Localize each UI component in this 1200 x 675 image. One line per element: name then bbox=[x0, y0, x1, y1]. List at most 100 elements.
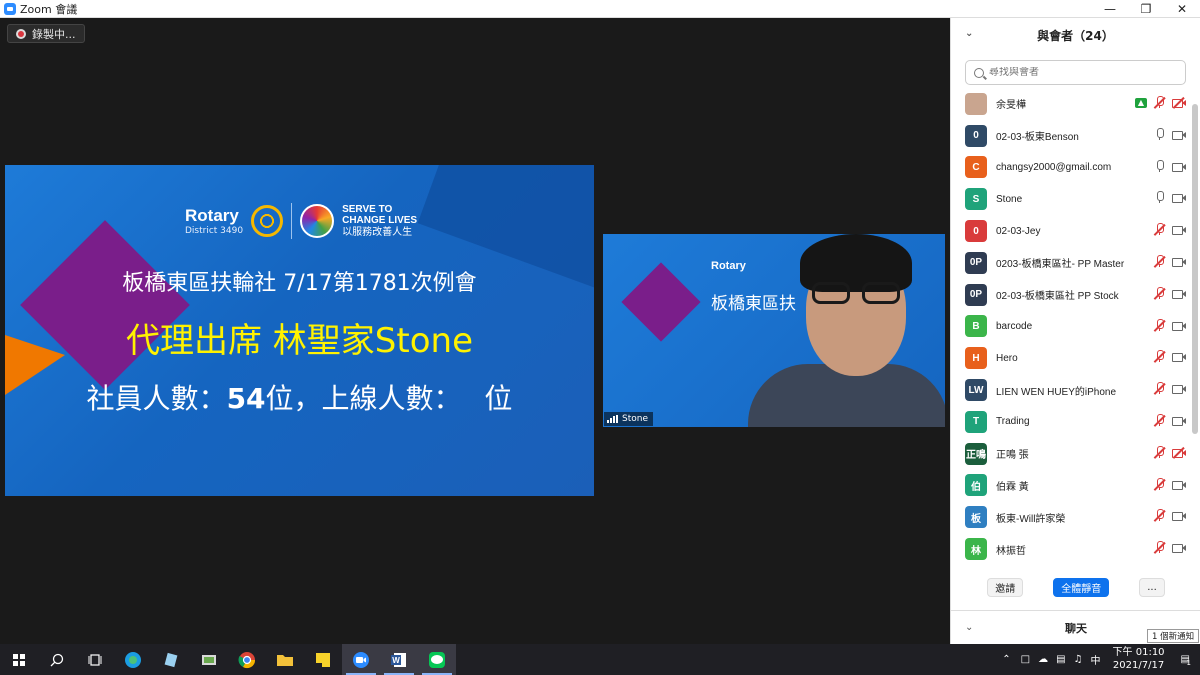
avatar: 林 bbox=[965, 538, 987, 561]
participant-row[interactable]: Bbarcode bbox=[951, 311, 1200, 343]
taskbar-word[interactable]: W bbox=[380, 644, 418, 675]
collapse-chevron-icon[interactable]: ⌄ bbox=[965, 28, 973, 39]
mic-muted-icon[interactable] bbox=[1153, 96, 1166, 109]
signal-icon bbox=[607, 415, 618, 423]
action-center-icon[interactable]: ▤ 1 bbox=[1181, 654, 1191, 667]
participant-list-scrollbar[interactable] bbox=[1192, 104, 1198, 434]
camera-icon[interactable] bbox=[1172, 223, 1186, 236]
participant-row[interactable]: 0P 02-03-板橋東區社 PP Stock bbox=[951, 279, 1200, 311]
avatar: S bbox=[965, 188, 987, 211]
camera-icon[interactable] bbox=[1172, 191, 1186, 204]
participant-row[interactable]: 正鳴 正鳴 張 bbox=[951, 438, 1200, 470]
participants-panel: ⌄ 與會者（24） 余旻樺 ▲ 0 02-03-板東Benson Cchangsy200… bbox=[950, 18, 1200, 644]
search-input[interactable] bbox=[989, 67, 1169, 78]
participant-row[interactable]: 板板東-Will許家榮 bbox=[951, 501, 1200, 533]
camera-icon[interactable] bbox=[1172, 414, 1186, 427]
mic-icon[interactable] bbox=[1153, 191, 1166, 204]
participant-row[interactable]: 林林振哲 bbox=[951, 533, 1200, 565]
district-label: District 3490 bbox=[185, 225, 244, 236]
participant-row[interactable]: 0 02-03-板東Benson bbox=[951, 120, 1200, 152]
maximize-button[interactable]: ❐ bbox=[1128, 0, 1164, 18]
mic-muted-icon[interactable] bbox=[1153, 413, 1166, 427]
mic-muted-icon[interactable] bbox=[1153, 445, 1166, 459]
mute-all-button[interactable]: 全體靜音 bbox=[1053, 578, 1110, 597]
invite-button[interactable]: 邀請 bbox=[987, 578, 1024, 597]
taskbar-chrome[interactable] bbox=[228, 644, 266, 675]
camera-icon[interactable] bbox=[1172, 350, 1186, 363]
mic-muted-icon[interactable] bbox=[1153, 223, 1166, 236]
logo-divider bbox=[291, 203, 293, 239]
camera-icon[interactable] bbox=[1172, 382, 1186, 395]
participant-row[interactable]: 0P 0203-板橋東區社- PP Master bbox=[951, 247, 1200, 279]
taskbar-app[interactable] bbox=[152, 644, 190, 675]
taskbar-app[interactable] bbox=[190, 644, 228, 675]
onedrive-icon[interactable]: ☁ bbox=[1038, 654, 1048, 665]
mic-icon[interactable] bbox=[1153, 127, 1166, 141]
avatar: 0P bbox=[965, 283, 987, 306]
participant-name: Hero bbox=[996, 352, 1018, 364]
mic-muted-icon[interactable] bbox=[1153, 382, 1166, 395]
mic-muted-icon[interactable] bbox=[1153, 254, 1166, 268]
participant-row[interactable]: 余旻樺 ▲ bbox=[951, 88, 1200, 120]
search-icon bbox=[974, 67, 984, 78]
mic-icon[interactable] bbox=[1153, 159, 1166, 173]
taskbar-sticky-notes[interactable] bbox=[304, 644, 342, 675]
notepad-icon bbox=[164, 652, 178, 667]
participant-status-icons bbox=[1153, 191, 1186, 204]
mic-muted-icon[interactable] bbox=[1153, 350, 1166, 363]
minimize-button[interactable]: — bbox=[1092, 0, 1128, 18]
mic-muted-icon[interactable] bbox=[1153, 509, 1166, 522]
participant-name: 余旻樺 bbox=[996, 100, 1026, 112]
mic-muted-icon[interactable] bbox=[1153, 477, 1166, 491]
camera-icon[interactable] bbox=[1172, 287, 1186, 300]
camera-icon[interactable] bbox=[1172, 509, 1186, 522]
camera-icon[interactable] bbox=[1172, 128, 1186, 141]
participant-row[interactable]: 0 02-03-Jey bbox=[951, 215, 1200, 247]
participant-row[interactable]: 伯伯霖 黃 bbox=[951, 470, 1200, 502]
participant-row[interactable]: T Trading bbox=[951, 406, 1200, 438]
camera-icon[interactable] bbox=[1172, 541, 1186, 554]
meet-now-icon[interactable]: □ bbox=[1021, 654, 1030, 665]
participant-row[interactable]: LW LIEN WEN HUEY的iPhone bbox=[951, 374, 1200, 406]
volume-icon[interactable]: ♫ bbox=[1074, 654, 1083, 665]
tray-chevron-icon[interactable]: ⌃ bbox=[1002, 654, 1010, 665]
mic-muted-icon[interactable] bbox=[1153, 286, 1166, 300]
close-button[interactable]: ✕ bbox=[1164, 0, 1200, 18]
participant-actions: 邀請 全體靜音 ... bbox=[951, 578, 1200, 597]
ime-indicator[interactable]: 中 bbox=[1091, 652, 1101, 667]
task-view-button[interactable] bbox=[76, 644, 114, 675]
taskbar-file-explorer[interactable] bbox=[266, 644, 304, 675]
participant-name: 0203-板橋東區社- PP Master bbox=[996, 259, 1125, 271]
clock[interactable]: 下午 01:10 2021/7/17 bbox=[1113, 647, 1165, 672]
camera-icon[interactable] bbox=[1172, 478, 1186, 491]
more-button[interactable]: ... bbox=[1139, 578, 1165, 597]
participant-status-icons: ▲ bbox=[1135, 96, 1186, 109]
camera-icon[interactable] bbox=[1172, 255, 1186, 268]
network-icon[interactable]: ▤ bbox=[1056, 654, 1065, 665]
camera-off-icon[interactable] bbox=[1172, 96, 1186, 109]
taskbar-zoom[interactable] bbox=[342, 644, 380, 675]
start-button[interactable] bbox=[0, 644, 38, 675]
mic-muted-icon[interactable] bbox=[1153, 318, 1166, 332]
taskbar-line[interactable] bbox=[418, 644, 456, 675]
recording-indicator[interactable]: 錄製中... bbox=[7, 24, 85, 43]
avatar: 板 bbox=[965, 506, 987, 529]
avatar: 伯 bbox=[965, 474, 987, 497]
participant-search[interactable] bbox=[965, 60, 1186, 85]
participant-row[interactable]: Cchangsy2000@gmail.com bbox=[951, 152, 1200, 184]
video-nametag: Stone bbox=[604, 412, 653, 426]
speaker-video[interactable]: Rotary 板橋東區扶 Stone bbox=[603, 234, 945, 427]
camera-icon[interactable] bbox=[1172, 319, 1186, 332]
chat-chevron-icon[interactable]: ⌄ bbox=[965, 622, 973, 633]
participant-row[interactable]: S Stone bbox=[951, 183, 1200, 215]
notification-toast[interactable]: 1 個新通知 bbox=[1147, 629, 1200, 643]
mic-muted-icon[interactable] bbox=[1153, 541, 1166, 554]
taskbar-edge[interactable] bbox=[114, 644, 152, 675]
search-icon bbox=[50, 653, 64, 666]
search-taskbar-button[interactable] bbox=[38, 644, 76, 675]
participant-status-icons bbox=[1153, 127, 1186, 141]
camera-icon[interactable] bbox=[1172, 160, 1186, 173]
avatar: 0 bbox=[965, 220, 987, 243]
participant-row[interactable]: H Hero bbox=[951, 342, 1200, 374]
camera-off-icon[interactable] bbox=[1172, 446, 1186, 459]
